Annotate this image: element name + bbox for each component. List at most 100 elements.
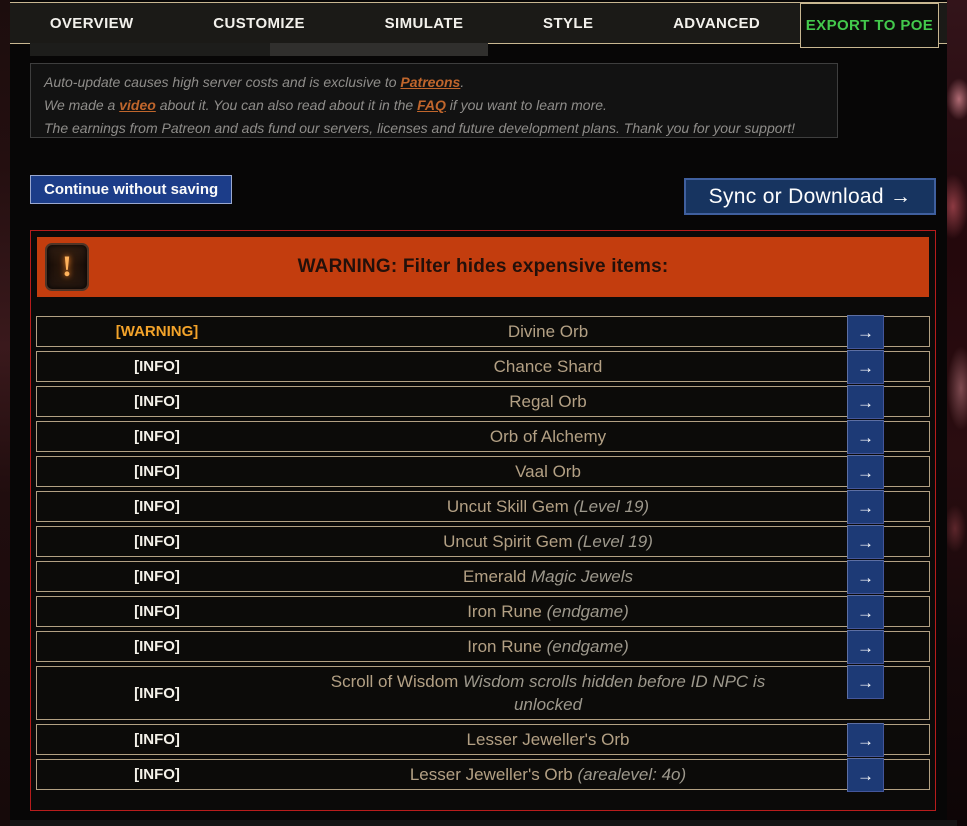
row-item-label: Regal Orb <box>277 390 929 413</box>
warning-row: [INFO]Emerald Magic Jewels→ <box>36 561 930 592</box>
row-goto-button[interactable]: → <box>847 490 884 524</box>
row-item-name: Uncut Spirit Gem <box>443 532 572 551</box>
bottom-bar <box>10 820 957 826</box>
row-severity-tag: [INFO] <box>37 428 277 445</box>
row-severity-tag: [INFO] <box>37 498 277 515</box>
sync-or-download-button[interactable]: Sync or Download → <box>684 178 936 215</box>
row-item-note: (Level 19) <box>573 532 653 551</box>
row-goto-button[interactable]: → <box>847 350 884 384</box>
row-severity-tag: [INFO] <box>37 533 277 550</box>
faq-link[interactable]: FAQ <box>417 97 446 113</box>
subtab-stub-right <box>270 43 488 56</box>
tab-export-to-poe[interactable]: EXPORT TO POE <box>800 3 939 48</box>
hidden-items-warning-panel: ! WARNING: Filter hides expensive items:… <box>30 230 936 811</box>
row-goto-button[interactable]: → <box>847 385 884 419</box>
warning-row: [INFO] Uncut Spirit Gem (Level 19) → <box>36 526 930 557</box>
row-item-label: Uncut Skill Gem (Level 19) <box>277 495 929 518</box>
row-severity-tag: [INFO] <box>37 463 277 480</box>
row-goto-button[interactable]: → <box>847 315 884 349</box>
row-goto-button[interactable]: → <box>847 525 884 559</box>
warning-row: [WARNING] Divine Orb → <box>36 316 930 347</box>
row-item-name: Orb of Alchemy <box>490 427 606 446</box>
notice-line-1: Auto-update causes high server costs and… <box>44 71 824 94</box>
row-item-label: Scroll of Wisdom Wisdom scrolls hidden b… <box>277 670 929 716</box>
video-link[interactable]: video <box>119 97 156 113</box>
row-item-name: Divine Orb <box>508 322 588 341</box>
row-goto-button[interactable]: → <box>847 420 884 454</box>
tab-customize[interactable]: CUSTOMIZE <box>213 15 305 32</box>
background-art-right <box>947 0 967 826</box>
row-goto-button[interactable]: → <box>847 595 884 629</box>
row-severity-tag: [INFO] <box>37 568 277 585</box>
row-item-label: Divine Orb <box>277 320 929 343</box>
notice-text: if you want to learn more. <box>446 97 607 113</box>
tab-simulate[interactable]: SIMULATE <box>385 15 464 32</box>
row-item-label: Emerald Magic Jewels <box>277 565 929 588</box>
row-item-name: Scroll of Wisdom <box>331 672 459 691</box>
exclamation-glyph: ! <box>62 252 72 282</box>
filterblade-export-page: OVERVIEW CUSTOMIZE SIMULATE STYLE ADVANCED E… <box>0 0 967 826</box>
row-item-note: (endgame) <box>542 637 629 656</box>
warning-row: [INFO] Orb of Alchemy → <box>36 421 930 452</box>
row-item-label: Vaal Orb <box>277 460 929 483</box>
row-severity-tag: [INFO] <box>37 766 277 783</box>
row-item-name: Uncut Skill Gem <box>447 497 569 516</box>
continue-without-saving-button[interactable]: Continue without saving <box>30 175 232 204</box>
warning-row: [INFO] Chance Shard → <box>36 351 930 382</box>
warning-row: [INFO]Lesser Jeweller's Orb (arealevel: … <box>36 759 930 790</box>
row-goto-button[interactable]: → <box>847 665 884 699</box>
row-severity-tag: [WARNING] <box>37 323 277 340</box>
notice-line-3: The earnings from Patreon and ads fund o… <box>44 117 824 140</box>
warning-rows: [WARNING]Divine Orb→[INFO]Chance Shard→[… <box>36 316 930 790</box>
row-severity-tag: [INFO] <box>37 685 277 702</box>
row-item-label: Iron Rune (endgame) <box>277 635 929 658</box>
nav-tab-list: OVERVIEW CUSTOMIZE SIMULATE STYLE ADVANCED <box>10 3 800 43</box>
row-severity-tag: [INFO] <box>37 393 277 410</box>
row-goto-button[interactable]: → <box>847 455 884 489</box>
row-goto-button[interactable]: → <box>847 560 884 594</box>
patreons-link[interactable]: Patreons <box>400 74 460 90</box>
notice-text: Auto-update causes high server costs and… <box>44 74 400 90</box>
warning-header: ! WARNING: Filter hides expensive items: <box>37 237 929 297</box>
row-item-name: Regal Orb <box>509 392 586 411</box>
row-item-note: (arealevel: 4o) <box>573 765 686 784</box>
background-art-left <box>0 0 10 826</box>
top-navigation: OVERVIEWCUSTOMIZESIMULATESTYLEADVANCED E… <box>10 2 947 44</box>
row-item-label: Chance Shard <box>277 355 929 378</box>
subtab-stub-left <box>30 43 270 56</box>
row-item-label: Lesser Jeweller's Orb (arealevel: 4o) <box>277 763 929 786</box>
row-item-note: Magic Jewels <box>526 567 633 586</box>
row-item-note: Wisdom scrolls hidden before ID NPC is u… <box>458 672 765 714</box>
warning-row: [INFO] Regal Orb → <box>36 386 930 417</box>
row-item-name: Lesser Jeweller's Orb <box>467 730 630 749</box>
row-severity-tag: [INFO] <box>37 731 277 748</box>
row-item-name: Chance Shard <box>494 357 603 376</box>
tab-overview[interactable]: OVERVIEW <box>50 15 134 32</box>
warning-title: WARNING: Filter hides expensive items: <box>298 256 669 278</box>
row-severity-tag: [INFO] <box>37 638 277 655</box>
notice-line-2: We made a video about it. You can also r… <box>44 94 824 117</box>
warning-row: [INFO]Scroll of Wisdom Wisdom scrolls hi… <box>36 666 930 720</box>
main-content: OVERVIEW CUSTOMIZE SIMULATE STYLE ADVANCED E… <box>10 0 947 826</box>
row-goto-button[interactable]: → <box>847 723 884 757</box>
row-severity-tag: [INFO] <box>37 603 277 620</box>
exclamation-scroll-icon: ! <box>45 243 89 291</box>
warning-row: [INFO] Lesser Jeweller's Orb → <box>36 724 930 755</box>
notice-text: about it. You can also read about it in … <box>156 97 417 113</box>
tab-style[interactable]: STYLE <box>543 15 593 32</box>
warning-row: [INFO]Vaal Orb→ <box>36 456 930 487</box>
notice-text: . <box>460 74 464 90</box>
row-item-name: Iron Rune <box>467 602 542 621</box>
row-item-label: Iron Rune (endgame) <box>277 600 929 623</box>
row-item-name: Lesser Jeweller's Orb <box>410 765 573 784</box>
row-goto-button[interactable]: → <box>847 630 884 664</box>
row-item-label: Lesser Jeweller's Orb <box>277 728 929 751</box>
row-item-label: Orb of Alchemy <box>277 425 929 448</box>
notice-text: We made a <box>44 97 119 113</box>
row-goto-button[interactable]: → <box>847 758 884 792</box>
row-severity-tag: [INFO] <box>37 358 277 375</box>
row-item-name: Emerald <box>463 567 526 586</box>
tab-advanced[interactable]: ADVANCED <box>673 15 760 32</box>
row-item-note: (Level 19) <box>569 497 649 516</box>
row-item-note: (endgame) <box>542 602 629 621</box>
